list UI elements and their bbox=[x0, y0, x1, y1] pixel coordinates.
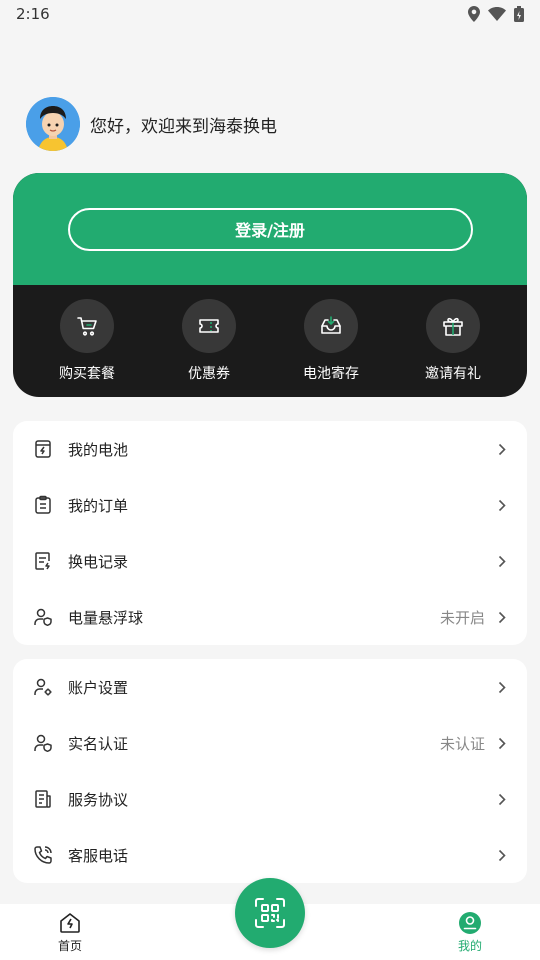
quick-actions: 购买套餐 优惠券 电池寄存 邀请有礼 bbox=[13, 285, 527, 397]
quick-action-battery-storage[interactable]: 电池寄存 bbox=[281, 299, 381, 383]
nav-item-mine[interactable]: 我的 bbox=[440, 911, 500, 954]
account-card: 登录/注册 购买套餐 优惠券 电池寄存 邀请有礼 bbox=[13, 173, 527, 397]
menu-item-label: 换电记录 bbox=[68, 552, 129, 571]
document-icon bbox=[31, 787, 55, 811]
user-shield-icon bbox=[31, 731, 55, 755]
phone-icon bbox=[31, 843, 55, 867]
float-ball-status: 未开启 bbox=[439, 608, 485, 627]
chevron-right-icon bbox=[495, 736, 509, 750]
menu-item-label: 电量悬浮球 bbox=[68, 608, 144, 627]
menu-item-label: 我的订单 bbox=[68, 496, 129, 515]
home-bolt-icon bbox=[60, 912, 80, 933]
scan-button[interactable] bbox=[235, 878, 305, 948]
chevron-right-icon bbox=[495, 442, 509, 456]
menu-item-battery-float-ball[interactable]: 电量悬浮球 未开启 bbox=[13, 589, 527, 645]
menu-item-customer-service[interactable]: 客服电话 bbox=[13, 827, 527, 883]
status-bar: 2:16 bbox=[0, 0, 540, 28]
menu-item-my-battery[interactable]: 我的电池 bbox=[13, 421, 527, 477]
avatar[interactable] bbox=[26, 97, 80, 151]
chevron-right-icon bbox=[495, 848, 509, 862]
quick-action-label: 优惠券 bbox=[188, 366, 230, 382]
record-icon bbox=[31, 549, 55, 573]
login-panel: 登录/注册 bbox=[13, 173, 527, 285]
user-gear-icon bbox=[31, 675, 55, 699]
menu-item-label: 服务协议 bbox=[68, 790, 129, 809]
quick-action-buy-package[interactable]: 购买套餐 bbox=[37, 299, 137, 383]
menu-item-my-orders[interactable]: 我的订单 bbox=[13, 477, 527, 533]
gift-icon bbox=[426, 299, 480, 353]
battery-status-icon bbox=[514, 6, 524, 22]
status-icons bbox=[468, 6, 524, 22]
chevron-right-icon bbox=[495, 610, 509, 624]
nav-item-home[interactable]: 首页 bbox=[40, 911, 100, 954]
quick-action-coupon[interactable]: 优惠券 bbox=[159, 299, 259, 383]
menu-item-service-agreement[interactable]: 服务协议 bbox=[13, 771, 527, 827]
coupon-icon bbox=[182, 299, 236, 353]
menu-item-real-name-auth[interactable]: 实名认证 未认证 bbox=[13, 715, 527, 771]
nav-label-home: 首页 bbox=[57, 938, 82, 953]
greeting-row: 您好，欢迎来到海泰换电 bbox=[26, 96, 277, 152]
wifi-icon bbox=[488, 7, 506, 21]
quick-action-label: 电池寄存 bbox=[303, 366, 359, 382]
battery-icon bbox=[31, 437, 55, 461]
quick-action-label: 邀请有礼 bbox=[425, 366, 481, 382]
quick-action-invite[interactable]: 邀请有礼 bbox=[403, 299, 503, 383]
menu-item-label: 客服电话 bbox=[68, 846, 129, 865]
cart-icon bbox=[60, 299, 114, 353]
user-shield-icon bbox=[31, 605, 55, 629]
greeting-text: 您好，欢迎来到海泰换电 bbox=[90, 116, 277, 137]
menu-group-services: 我的电池 我的订单 换电记录 电量悬浮球 未开启 bbox=[13, 421, 527, 645]
menu-item-account-settings[interactable]: 账户设置 bbox=[13, 659, 527, 715]
menu-item-label: 我的电池 bbox=[68, 440, 129, 459]
location-icon bbox=[468, 6, 480, 22]
chevron-right-icon bbox=[495, 554, 509, 568]
chevron-right-icon bbox=[495, 792, 509, 806]
menu-group-account: 账户设置 实名认证 未认证 服务协议 客服电话 bbox=[13, 659, 527, 883]
chevron-right-icon bbox=[495, 498, 509, 512]
menu-item-swap-records[interactable]: 换电记录 bbox=[13, 533, 527, 589]
menu-item-label: 实名认证 bbox=[68, 734, 129, 753]
inbox-download-icon bbox=[304, 299, 358, 353]
status-time: 2:16 bbox=[16, 5, 50, 23]
login-register-button[interactable]: 登录/注册 bbox=[67, 207, 473, 251]
chevron-right-icon bbox=[495, 680, 509, 694]
quick-action-label: 购买套餐 bbox=[59, 366, 115, 382]
nav-label-mine: 我的 bbox=[457, 938, 482, 953]
qr-scan-icon bbox=[255, 898, 285, 928]
auth-status: 未认证 bbox=[439, 734, 485, 753]
profile-icon bbox=[459, 911, 481, 934]
clipboard-icon bbox=[31, 493, 55, 517]
menu-item-label: 账户设置 bbox=[68, 678, 129, 697]
